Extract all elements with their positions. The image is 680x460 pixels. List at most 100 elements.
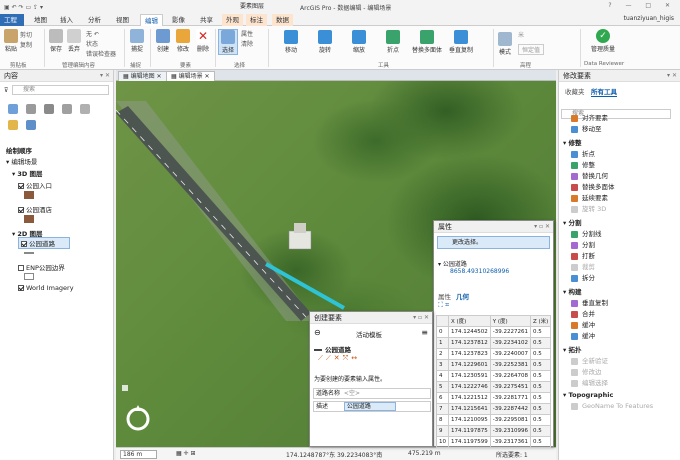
tool-button[interactable]: 缩放 xyxy=(344,30,374,54)
table-cell[interactable]: -39.2275451 xyxy=(489,381,531,393)
attribute-feature-id[interactable]: 8658.49310268996 xyxy=(450,268,509,275)
table-cell[interactable]: 174.1210095 xyxy=(448,414,491,426)
layer-enp-boundary[interactable]: ENP公园边界 xyxy=(18,262,65,272)
list-by-selection-icon[interactable] xyxy=(44,104,54,114)
elevation-mode-button[interactable]: 模式 xyxy=(496,32,514,56)
modify-tool-item[interactable]: 延续要素 xyxy=(571,192,608,202)
geometry-tools-icons[interactable]: ⛶ ⌗ xyxy=(438,301,449,310)
tab-edit[interactable]: 编辑 xyxy=(140,14,163,26)
table-cell[interactable]: 0.5 xyxy=(529,403,552,415)
modify-tool-item[interactable]: GeoName To Features xyxy=(571,402,653,410)
tab-analysis[interactable]: 分析 xyxy=(84,14,105,26)
table-row[interactable]: 3 174.1229601 -39.2252381 0.5 xyxy=(436,359,552,371)
pane-controls[interactable]: ▾ ▫ ✕ xyxy=(413,312,429,324)
tool-button[interactable]: 折点 xyxy=(378,30,408,54)
list-by-drawing-order-icon[interactable] xyxy=(8,104,18,114)
tab-view[interactable]: 视图 xyxy=(112,14,133,26)
table-row[interactable]: 2 174.1237823 -39.2240007 0.5 xyxy=(436,348,552,360)
scale-selector[interactable]: 186 m xyxy=(120,450,158,459)
table-cell[interactable]: 174.1222746 xyxy=(448,381,491,393)
tab-labeling[interactable]: 标注 xyxy=(246,14,267,26)
modify-section-header[interactable]: ▾ 拓扑 xyxy=(563,344,582,354)
visibility-checkbox[interactable] xyxy=(18,183,24,189)
tab-edit-map[interactable]: ▦ 编辑地图 ✕ xyxy=(118,71,167,81)
menu-icon[interactable]: ≡ xyxy=(421,328,428,337)
table-cell[interactable]: -39.2317361 xyxy=(489,436,531,448)
table-row[interactable]: 0 174.1244502 -39.2227261 0.5 xyxy=(436,326,552,338)
table-cell[interactable]: 0.5 xyxy=(529,425,552,437)
construction-tools[interactable]: ⟋⟋✕⤧↔ xyxy=(318,354,360,363)
pane-controls[interactable]: ▾ ✕ xyxy=(100,70,110,82)
scene-node[interactable]: ▾ 编辑场景 xyxy=(6,156,37,166)
modify-tool-item[interactable]: 折点 xyxy=(571,148,595,158)
table-cell[interactable]: 0.5 xyxy=(529,392,552,404)
table-cell[interactable]: -39.2295081 xyxy=(489,414,531,426)
table-cell[interactable]: -39.2310996 xyxy=(489,425,531,437)
edit-status-button[interactable]: 状态 xyxy=(86,39,98,48)
modify-section-header[interactable]: ▾ 构建 xyxy=(563,286,582,296)
modify-section-header[interactable]: ▾ Topographic xyxy=(563,391,613,399)
table-cell[interactable]: 0.5 xyxy=(529,348,552,360)
discard-edits-button[interactable]: 丢弃 xyxy=(66,29,82,53)
table-row[interactable]: 8 174.1210095 -39.2295081 0.5 xyxy=(436,414,552,426)
delete-button[interactable]: ✕ 删除 xyxy=(194,29,212,53)
table-cell[interactable]: -39.2252381 xyxy=(489,359,531,371)
table-cell[interactable]: 174.1237812 xyxy=(448,337,491,349)
table-cell[interactable]: 174.1197875 xyxy=(448,425,491,437)
snapping-button[interactable]: 捕捉 xyxy=(128,29,146,53)
modify-tool-item[interactable]: 全新验证 xyxy=(571,355,608,365)
table-cell[interactable]: 7 xyxy=(436,403,449,415)
table-cell[interactable]: 0.5 xyxy=(529,370,552,382)
modify-tool-item[interactable]: 打断 xyxy=(571,250,595,260)
elevation-value-field[interactable]: 恒定值 xyxy=(518,44,545,55)
layer-world-imagery[interactable]: World Imagery xyxy=(18,284,74,292)
list-by-charts-icon[interactable] xyxy=(26,120,36,130)
modify-tool-item[interactable]: 分割线 xyxy=(571,228,602,238)
cut-button[interactable]: 剪切 xyxy=(20,30,32,39)
modify-tool-item[interactable]: 对齐要素 xyxy=(571,112,608,122)
table-cell[interactable]: 0.5 xyxy=(529,337,552,349)
quick-access-toolbar[interactable]: ▣ ↶ ↷ ▭ ⇪ ▾ xyxy=(4,4,43,11)
modify-tool-item[interactable]: 替换几何 xyxy=(571,170,608,180)
table-cell[interactable]: -39.2281771 xyxy=(489,392,531,404)
column-header[interactable]: Y (度) xyxy=(489,315,531,327)
navigator-toggle[interactable] xyxy=(122,385,128,391)
table-row[interactable]: 6 174.1221512 -39.2281771 0.5 xyxy=(436,392,552,404)
column-header[interactable]: Z (米) xyxy=(529,315,552,327)
attribute-layer-node[interactable]: ▾ 公园道路 xyxy=(438,259,467,268)
layer-park-hotel[interactable]: 公园酒店 xyxy=(18,204,52,214)
tool-button[interactable]: 垂直复制 xyxy=(446,30,476,54)
copy-button[interactable]: 复制 xyxy=(20,40,32,49)
table-cell[interactable]: -39.2264708 xyxy=(489,370,531,382)
table-cell[interactable]: 174.1237823 xyxy=(448,348,491,360)
table-row[interactable]: 7 174.1215641 -39.2287442 0.5 xyxy=(436,403,552,415)
tab-insert[interactable]: 插入 xyxy=(56,14,77,26)
visibility-checkbox[interactable] xyxy=(18,265,24,271)
create-button[interactable]: 创建 xyxy=(154,29,172,53)
tab-favorites[interactable]: 收藏夹 xyxy=(565,86,585,96)
table-row[interactable]: 10 174.1197599 -39.2317361 0.5 xyxy=(436,436,552,448)
table-cell[interactable]: 0.5 xyxy=(529,381,552,393)
layer3d-group[interactable]: ▾ 3D 图层 xyxy=(12,168,43,178)
modify-tool-item[interactable]: 裁剪 xyxy=(571,261,595,271)
list-by-labeling-icon[interactable] xyxy=(8,120,18,130)
contents-search-input[interactable]: 搜索 xyxy=(12,85,109,95)
manage-quality-button[interactable]: ✓ 管理质量 xyxy=(588,29,618,53)
modify-tool-item[interactable]: 旋转 3D xyxy=(571,203,606,213)
table-cell[interactable]: -39.2227261 xyxy=(489,326,531,338)
modify-section-header[interactable]: ▾ 修整 xyxy=(563,137,582,147)
table-cell[interactable]: 1 xyxy=(436,337,449,349)
error-inspector-button[interactable]: 错误检查器 xyxy=(86,49,116,58)
attributes-button[interactable]: 属性 xyxy=(241,29,253,38)
tool-button[interactable]: 替换多面体 xyxy=(412,30,442,54)
modify-tool-item[interactable]: 移动至 xyxy=(571,123,602,133)
list-by-source-icon[interactable] xyxy=(26,104,36,114)
table-cell[interactable]: -39.2234102 xyxy=(489,337,531,349)
table-cell[interactable]: 0.5 xyxy=(529,436,552,448)
table-row[interactable]: 4 174.1230591 -39.2264708 0.5 xyxy=(436,370,552,382)
table-cell[interactable]: 174.1221512 xyxy=(448,392,491,404)
table-cell[interactable]: 4 xyxy=(436,370,449,382)
table-cell[interactable]: 0.5 xyxy=(529,359,552,371)
navigation-tools[interactable]: ▦ ✛ ⊞ xyxy=(176,450,196,457)
modify-tool-item[interactable]: 修改边 xyxy=(571,366,602,376)
